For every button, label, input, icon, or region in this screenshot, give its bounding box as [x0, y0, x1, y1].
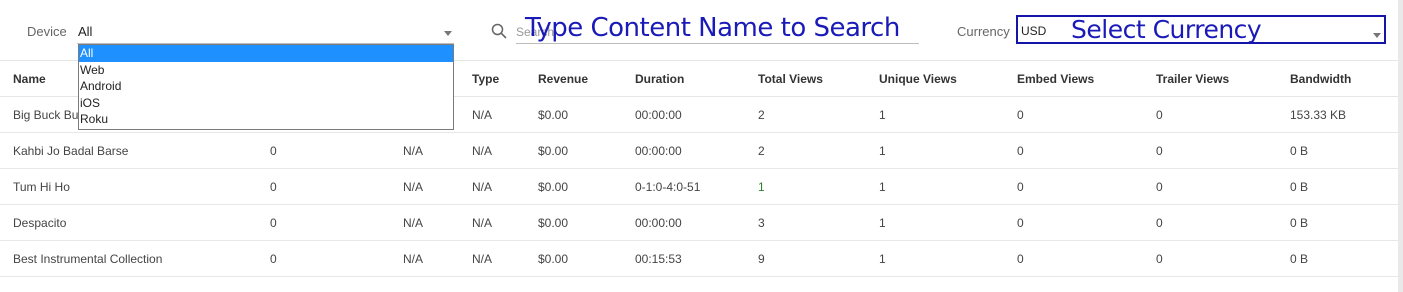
cell-total-views: 2 — [745, 132, 866, 169]
device-option-android[interactable]: Android — [79, 78, 453, 95]
cell-duration: 00:00:00 — [622, 204, 745, 241]
table-row[interactable]: Best Instrumental Collection 0 N/A N/A $… — [0, 240, 1398, 277]
cell-embed-views: 0 — [1004, 132, 1143, 169]
device-option-all[interactable]: All — [79, 45, 453, 62]
device-select-value: All — [78, 24, 93, 39]
cell-total-views: 1 — [745, 168, 866, 205]
cell-bandwidth: 0 B — [1277, 168, 1398, 205]
cell-trailer-views: 0 — [1143, 240, 1277, 277]
search-box — [490, 18, 919, 45]
cell-revenue: $0.00 — [525, 132, 622, 169]
cell-duration: 00:00:00 — [622, 132, 745, 169]
cell: 0 — [257, 168, 390, 205]
cell-bandwidth: 153.33 KB — [1277, 96, 1398, 133]
cell-embed-views: 0 — [1004, 168, 1143, 205]
cell: 0 — [257, 240, 390, 277]
cell-revenue: $0.00 — [525, 240, 622, 277]
chevron-down-icon — [444, 31, 452, 36]
cell-name: Best Instrumental Collection — [0, 240, 257, 277]
currency-select[interactable]: USD — [1016, 15, 1386, 44]
device-option-web[interactable]: Web — [79, 62, 453, 79]
cell-revenue: $0.00 — [525, 168, 622, 205]
cell: N/A — [390, 168, 459, 205]
cell: N/A — [390, 240, 459, 277]
column-header-total-views[interactable]: Total Views — [745, 60, 866, 97]
cell-unique-views: 1 — [866, 168, 1004, 205]
cell-trailer-views: 0 — [1143, 132, 1277, 169]
column-header-revenue[interactable]: Revenue — [525, 60, 622, 97]
cell-duration: 00:15:53 — [622, 240, 745, 277]
table-row[interactable]: Tum Hi Ho 0 N/A N/A $0.00 0-1:0-4:0-51 1… — [0, 168, 1398, 205]
device-select[interactable]: All — [77, 18, 454, 44]
cell-name: Despacito — [0, 204, 257, 241]
cell-bandwidth: 0 B — [1277, 204, 1398, 241]
cell-type: N/A — [459, 240, 525, 277]
currency-select-value: USD — [1021, 24, 1047, 38]
device-option-ios[interactable]: iOS — [79, 95, 453, 112]
column-header-trailer-views[interactable]: Trailer Views — [1143, 60, 1277, 97]
vertical-scrollbar[interactable] — [1398, 0, 1403, 292]
cell-trailer-views: 0 — [1143, 168, 1277, 205]
cell-type: N/A — [459, 132, 525, 169]
cell-embed-views: 0 — [1004, 240, 1143, 277]
chevron-down-icon — [1373, 33, 1381, 38]
cell-type: N/A — [459, 168, 525, 205]
cell-duration: 0-1:0-4:0-51 — [622, 168, 745, 205]
column-header-embed-views[interactable]: Embed Views — [1004, 60, 1143, 97]
cell-embed-views: 0 — [1004, 96, 1143, 133]
column-header-type[interactable]: Type — [459, 60, 525, 97]
cell-trailer-views: 0 — [1143, 204, 1277, 241]
cell-trailer-views: 0 — [1143, 96, 1277, 133]
cell: 0 — [257, 204, 390, 241]
cell: 0 — [257, 132, 390, 169]
cell: N/A — [390, 132, 459, 169]
cell-embed-views: 0 — [1004, 204, 1143, 241]
cell-bandwidth: 0 B — [1277, 132, 1398, 169]
cell-revenue: $0.00 — [525, 96, 622, 133]
cell-bandwidth: 0 B — [1277, 240, 1398, 277]
cell-unique-views: 1 — [866, 132, 1004, 169]
cell-type: N/A — [459, 204, 525, 241]
column-header-unique-views[interactable]: Unique Views — [866, 60, 1004, 97]
cell-total-views: 9 — [745, 240, 866, 277]
column-header-duration[interactable]: Duration — [622, 60, 745, 97]
cell-name: Tum Hi Ho — [0, 168, 257, 205]
cell-unique-views: 1 — [866, 240, 1004, 277]
cell-duration: 00:00:00 — [622, 96, 745, 133]
search-input[interactable] — [516, 21, 919, 44]
cell-unique-views: 1 — [866, 96, 1004, 133]
currency-label: Currency — [957, 24, 1010, 39]
device-label: Device — [27, 24, 67, 39]
search-icon — [491, 23, 507, 39]
column-header-bandwidth[interactable]: Bandwidth — [1277, 60, 1398, 97]
device-option-roku[interactable]: Roku — [79, 111, 453, 128]
table-row[interactable]: Kahbi Jo Badal Barse 0 N/A N/A $0.00 00:… — [0, 132, 1398, 169]
device-dropdown-list: All Web Android iOS Roku — [78, 44, 454, 130]
cell-total-views: 3 — [745, 204, 866, 241]
cell: N/A — [390, 204, 459, 241]
cell-type: N/A — [459, 96, 525, 133]
cell-revenue: $0.00 — [525, 204, 622, 241]
table-row[interactable]: Despacito 0 N/A N/A $0.00 00:00:00 3 1 0… — [0, 204, 1398, 241]
cell-name: Kahbi Jo Badal Barse — [0, 132, 257, 169]
cell-unique-views: 1 — [866, 204, 1004, 241]
cell-total-views: 2 — [745, 96, 866, 133]
